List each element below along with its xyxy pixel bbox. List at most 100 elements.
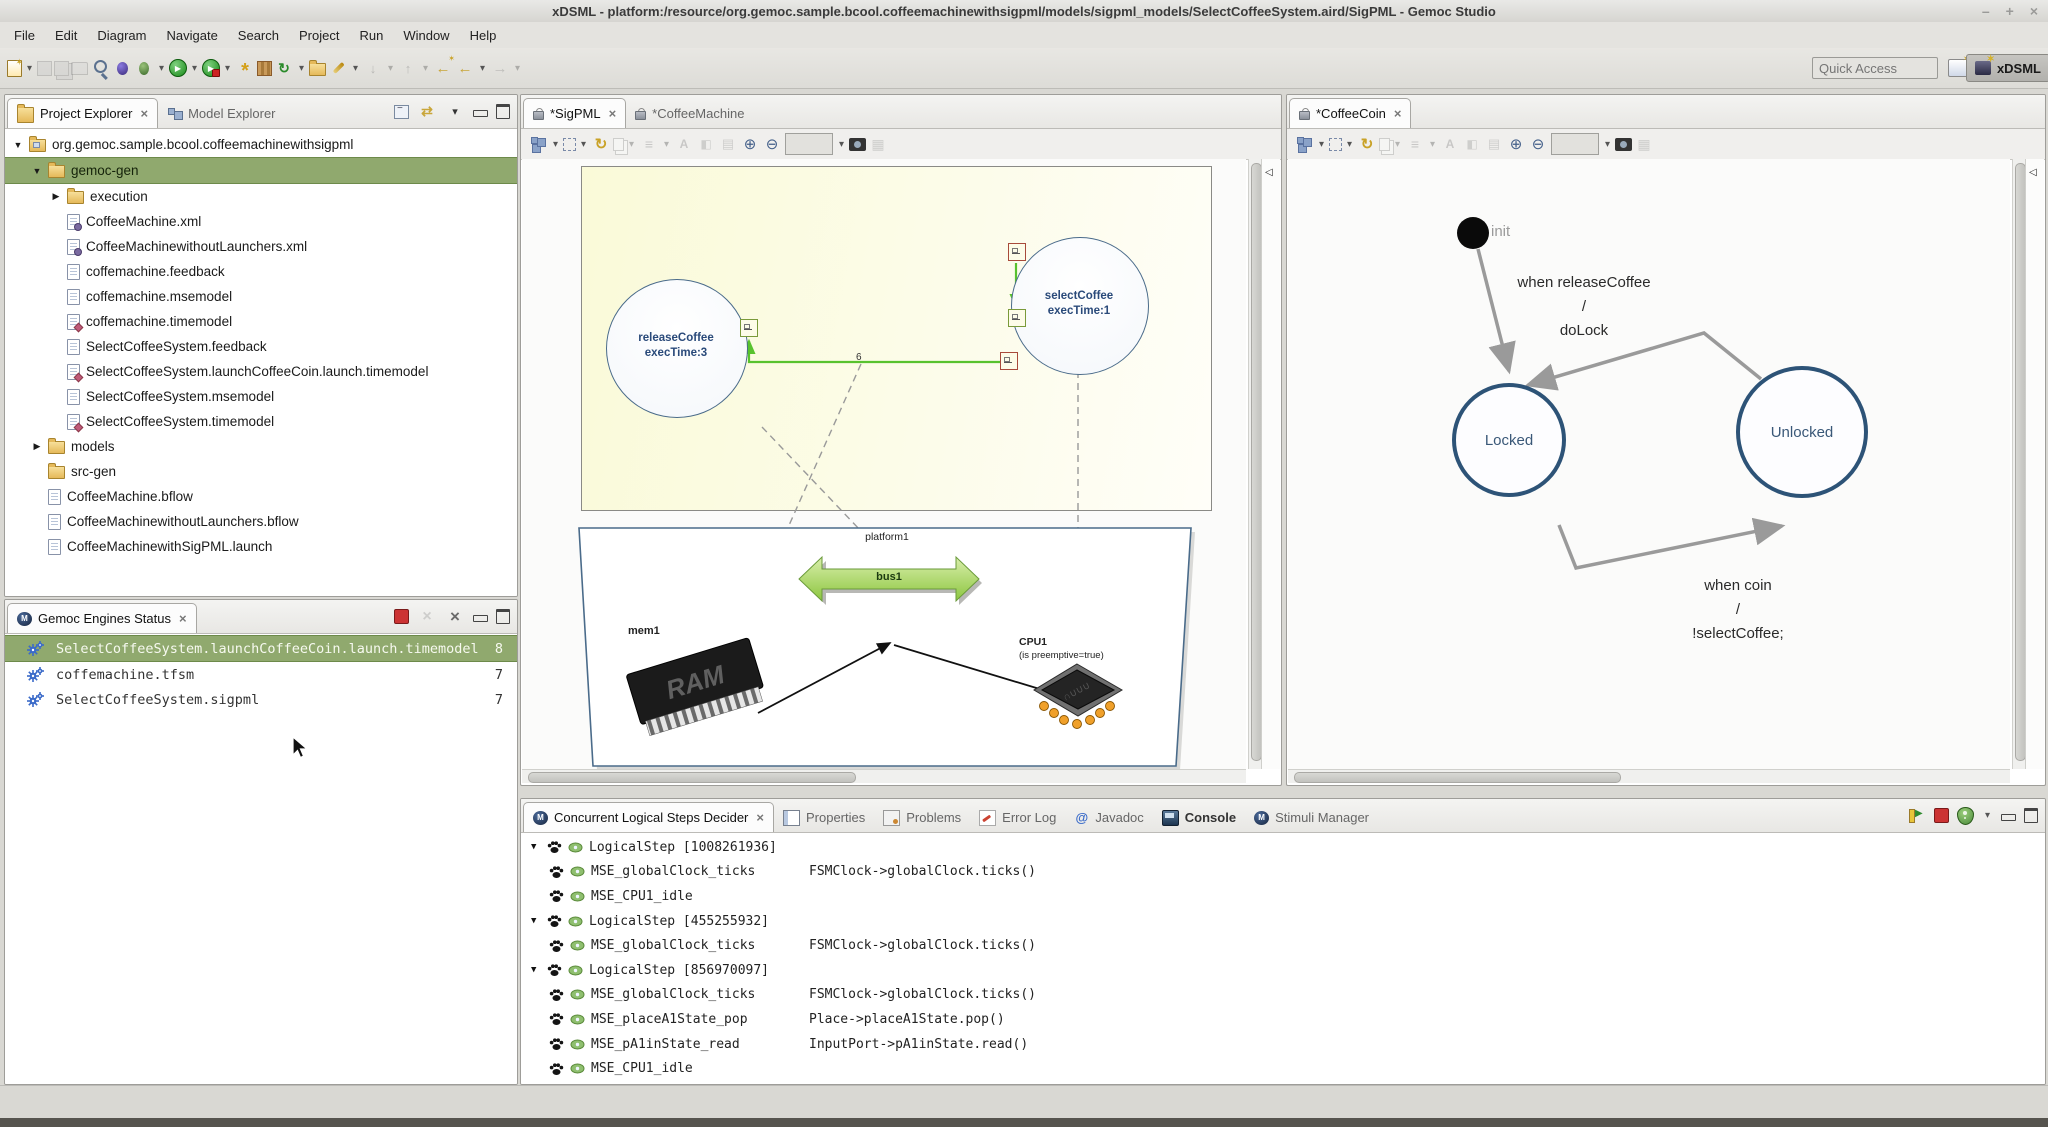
align-icon[interactable]: [1405, 133, 1425, 155]
close-window-icon[interactable]: ×: [2030, 3, 2038, 19]
shield-icon[interactable]: [1957, 807, 1974, 825]
logical-step-row[interactable]: MSE_pA1inState_read InputPort->pA1inStat…: [521, 1032, 2045, 1057]
expander-icon[interactable]: ▼: [531, 916, 541, 926]
maximize-icon[interactable]: [2024, 808, 2038, 823]
dropdown-icon[interactable]: [350, 57, 361, 79]
export-image-icon[interactable]: [849, 138, 866, 151]
tree-item[interactable]: coffemachine.feedback: [5, 259, 517, 284]
expander-icon[interactable]: ▼: [531, 965, 541, 975]
paste-icon[interactable]: [718, 133, 738, 155]
panel-tab[interactable]: Concurrent Logical Steps Decider ×: [523, 802, 774, 832]
dropdown-icon[interactable]: [189, 57, 200, 79]
tree-item[interactable]: SelectCoffeeSystem.timemodel: [5, 409, 517, 434]
expander-icon[interactable]: ▼: [32, 166, 42, 176]
dropdown-icon[interactable]: [626, 133, 637, 155]
logical-step-row[interactable]: ▼ LogicalStep [1008261936]: [521, 835, 2045, 860]
menu-item[interactable]: Navigate: [156, 24, 227, 46]
state-unlocked[interactable]: Unlocked: [1736, 366, 1868, 498]
engine-row[interactable]: SelectCoffeeSystem.launchCoffeeCoin.laun…: [5, 635, 517, 662]
menu-item[interactable]: File: [4, 24, 45, 46]
marquee-select-icon[interactable]: [563, 138, 576, 151]
maximize-icon[interactable]: [496, 609, 510, 624]
paste-icon[interactable]: [1484, 133, 1504, 155]
export-image-icon[interactable]: [1615, 138, 1632, 151]
open-resource-icon[interactable]: [309, 63, 326, 76]
output-port[interactable]: [1000, 352, 1018, 370]
vertical-scrollbar[interactable]: [2012, 159, 2026, 769]
zoom-level-box[interactable]: [1551, 133, 1599, 155]
new-wizard-icon[interactable]: [7, 60, 22, 77]
dropdown-icon[interactable]: [385, 57, 396, 79]
logical-step-row[interactable]: MSE_globalClock_ticks FSMClock->globalCl…: [521, 983, 2045, 1008]
maximize-icon[interactable]: [496, 104, 510, 119]
close-icon[interactable]: ×: [1394, 106, 1402, 121]
tree-item[interactable]: SelectCoffeeSystem.feedback: [5, 334, 517, 359]
view-menu-icon[interactable]: [445, 101, 465, 123]
view-tab[interactable]: Gemoc Engines Status ×: [7, 603, 197, 633]
tree-item[interactable]: ▼ gemoc-gen: [5, 157, 517, 184]
tree-item[interactable]: CoffeeMachine.xml: [5, 209, 517, 234]
dropdown-icon[interactable]: [512, 57, 523, 79]
next-annotation-icon[interactable]: [363, 57, 383, 79]
zoom-level-box[interactable]: [785, 133, 833, 155]
font-icon[interactable]: [674, 133, 694, 155]
engine-row[interactable]: SelectCoffeeSystem.sigpml 7: [5, 687, 517, 712]
grid-icon[interactable]: [868, 133, 888, 155]
marquee-select-icon[interactable]: [1329, 138, 1342, 151]
dropdown-icon[interactable]: [1982, 805, 1993, 827]
layout-icon[interactable]: [1294, 133, 1314, 155]
refresh-icon[interactable]: [1357, 133, 1377, 155]
memory-label[interactable]: mem1: [628, 625, 660, 637]
dispose-engine-icon[interactable]: [417, 606, 437, 628]
menu-item[interactable]: Help: [460, 24, 507, 46]
close-icon[interactable]: ×: [179, 611, 187, 626]
coffeecoin-canvas[interactable]: init when releaseCoffee/doLock Locked Un…: [1288, 159, 2010, 771]
stop-icon[interactable]: [1934, 808, 1949, 823]
tree-item[interactable]: SelectCoffeeSystem.launchCoffeeCoin.laun…: [5, 359, 517, 384]
horizontal-scrollbar[interactable]: [1288, 769, 2010, 783]
run-last-icon[interactable]: [202, 59, 220, 77]
logical-step-row[interactable]: MSE_globalClock_ticks FSMClock->globalCl…: [521, 933, 2045, 958]
maximize-window-icon[interactable]: +: [2006, 3, 2014, 19]
view-tab[interactable]: Project Explorer ×: [7, 98, 158, 128]
input-port[interactable]: [1008, 309, 1026, 327]
panel-tab[interactable]: Stimuli Manager: [1245, 803, 1378, 832]
cpu-label[interactable]: CPU1: [1019, 636, 1047, 648]
run-icon[interactable]: [169, 59, 187, 77]
state-locked[interactable]: Locked: [1452, 383, 1566, 497]
dropdown-icon[interactable]: [477, 57, 488, 79]
search-icon[interactable]: [90, 57, 110, 79]
new-launch-config-icon[interactable]: [235, 57, 255, 79]
minimize-icon[interactable]: [473, 110, 488, 117]
align-icon[interactable]: [639, 133, 659, 155]
expander-icon[interactable]: ▶: [32, 441, 42, 452]
logical-step-row[interactable]: MSE_placeA1State_pop Place->placeA1State…: [521, 1007, 2045, 1032]
logical-step-row[interactable]: ▼ LogicalStep [856970097]: [521, 958, 2045, 983]
stop-engine-icon[interactable]: [394, 609, 409, 624]
print-icon[interactable]: [71, 62, 88, 75]
initial-state-dot[interactable]: [1457, 217, 1489, 249]
dropdown-icon[interactable]: [156, 57, 167, 79]
sigpml-canvas[interactable]: RAM ∩∪∪∪ releaseCoffee execTime:3: [522, 159, 1246, 771]
dropdown-icon[interactable]: [1344, 133, 1355, 155]
dropdown-icon[interactable]: [222, 57, 233, 79]
dropdown-icon[interactable]: [1427, 133, 1438, 155]
dispose-all-engines-icon[interactable]: [445, 606, 465, 628]
forward-icon[interactable]: [490, 57, 510, 79]
menu-item[interactable]: Search: [228, 24, 289, 46]
logical-step-row[interactable]: MSE_globalClock_ticks FSMClock->globalCl…: [521, 860, 2045, 885]
dropdown-icon[interactable]: [1392, 133, 1403, 155]
external-tools-icon[interactable]: [134, 57, 154, 79]
tree-item[interactable]: coffemachine.timemodel: [5, 309, 517, 334]
debug-icon[interactable]: [112, 57, 132, 79]
menu-item[interactable]: Diagram: [87, 24, 156, 46]
panel-tab[interactable]: Error Log: [970, 803, 1065, 832]
save-all-icon[interactable]: [54, 61, 69, 76]
panel-tab[interactable]: Problems: [874, 803, 970, 832]
output-port[interactable]: [740, 319, 758, 337]
collapse-all-icon[interactable]: [394, 105, 409, 119]
grid-icon[interactable]: [1634, 133, 1654, 155]
dropdown-icon[interactable]: [1602, 133, 1613, 155]
tree-item[interactable]: SelectCoffeeSystem.msemodel: [5, 384, 517, 409]
bus-label[interactable]: bus1: [839, 571, 939, 583]
